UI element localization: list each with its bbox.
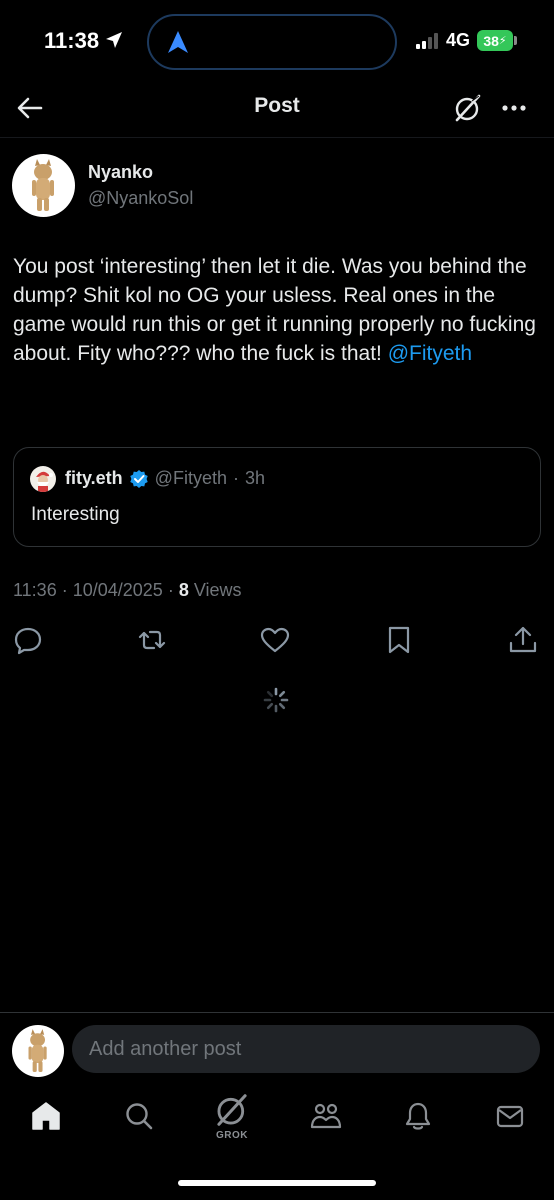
network-type: 4G (446, 30, 471, 50)
post-meta: 11:36 · 10/04/2025 · 8 Views (13, 580, 242, 601)
top-bar: Post (0, 78, 554, 138)
santa-avatar-icon (36, 471, 53, 492)
bookmark-icon[interactable] (383, 624, 415, 656)
post-text: You post ‘interesting’ then let it die. … (13, 252, 543, 368)
quote-text: Interesting (31, 504, 120, 525)
author-name[interactable]: Nyanko (88, 162, 153, 183)
verified-badge-icon (129, 469, 148, 488)
post-time: 11:36 (13, 580, 57, 600)
nav-search[interactable] (119, 1096, 159, 1136)
quote-author-handle: @Fityeth (154, 468, 227, 488)
separator-dot: · (61, 580, 68, 600)
dynamic-island[interactable] (147, 14, 397, 70)
home-indicator[interactable] (178, 1180, 376, 1186)
separator-dot: · (167, 580, 174, 600)
grok-label: GROK (216, 1130, 248, 1141)
cat-avatar-icon (32, 159, 54, 211)
navigation-arrow-icon (168, 31, 188, 53)
quoted-post[interactable]: fity.eth @Fityeth · 3h Interesting (13, 447, 541, 547)
nav-communities[interactable] (306, 1096, 346, 1136)
views-label[interactable]: Views (194, 580, 242, 601)
quote-age: 3h (244, 468, 265, 488)
post-actions (0, 624, 554, 660)
quote-avatar (30, 466, 56, 492)
nav-grok[interactable] (212, 1090, 252, 1130)
author-handle[interactable]: @NyankoSol (88, 188, 193, 209)
nav-notifications[interactable] (398, 1096, 438, 1136)
separator-dot: · (232, 468, 239, 488)
like-heart-icon[interactable] (259, 624, 291, 656)
battery-tip (514, 36, 517, 45)
quote-author-name: fity.eth (65, 468, 123, 488)
messages-envelope-icon (496, 1105, 524, 1128)
reply-composer (0, 1012, 554, 1086)
repost-icon[interactable] (136, 624, 168, 656)
reply-icon[interactable] (12, 624, 44, 656)
nav-messages[interactable] (490, 1096, 530, 1136)
search-icon (126, 1103, 153, 1130)
views-count[interactable]: 8 (179, 580, 189, 601)
battery-level: 38 (483, 32, 499, 49)
user-avatar[interactable] (12, 1025, 64, 1077)
communities-icon (310, 1103, 342, 1129)
more-options-icon[interactable] (496, 92, 532, 124)
grok-icon (217, 1094, 247, 1126)
avatar[interactable] (12, 154, 75, 217)
share-icon[interactable] (507, 624, 539, 656)
cat-avatar-icon (28, 1029, 47, 1073)
post-date: 10/04/2025 (72, 580, 163, 600)
battery-icon: 38 ⚡ (477, 30, 513, 51)
home-icon (32, 1102, 60, 1130)
location-arrow-icon (106, 32, 122, 48)
status-bar: 11:38 4G 38 ⚡ (0, 0, 554, 84)
loading-spinner-icon (263, 687, 289, 713)
grok-icon[interactable] (452, 92, 484, 124)
reply-input[interactable] (72, 1025, 540, 1073)
signal-icon (416, 33, 438, 49)
mention-link[interactable]: @Fityeth (388, 342, 472, 365)
notifications-bell-icon (405, 1102, 431, 1130)
nav-home[interactable] (26, 1096, 66, 1136)
status-time: 11:38 (44, 28, 100, 53)
